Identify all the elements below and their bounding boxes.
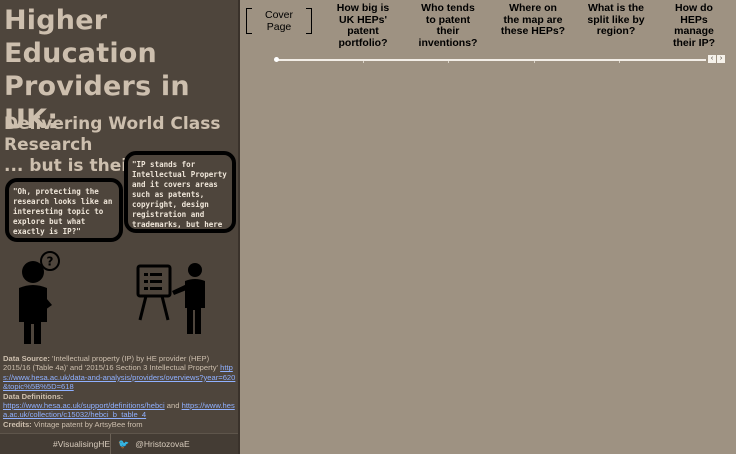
story-progress-marker xyxy=(274,57,279,62)
story-point-cover-label: Cover Page xyxy=(264,9,293,33)
question-mark-icon: ? xyxy=(40,251,60,271)
story-point-patent-portfolio[interactable]: How big is UK HEPs' patent portfolio? xyxy=(331,2,395,49)
twitter-handle-link[interactable]: 🐦 @HristozovaE xyxy=(118,439,190,450)
thinking-person-icon: ? xyxy=(19,251,60,344)
data-definitions-label: Data Definitions: xyxy=(3,391,64,401)
twitter-icon: 🐦 xyxy=(118,439,130,449)
progress-tick xyxy=(448,61,449,63)
story-point-map[interactable]: Where on the map are these HEPs? xyxy=(500,2,566,38)
credits-text: Vintage patent by ArtsyBee from xyxy=(33,419,143,429)
credits-label: Credits: xyxy=(3,419,32,429)
next-story-point-button[interactable]: › xyxy=(717,55,725,63)
footer-bar: #VisualisingHE 🐦 @HristozovaE xyxy=(0,433,238,454)
svg-text:?: ? xyxy=(47,255,54,269)
story-point-region-split[interactable]: What is the split like by region? xyxy=(586,2,646,38)
page-subtitle-continued: ... but is their xyxy=(4,156,136,176)
story-navigation: Cover Page How big is UK HEPs' patent po… xyxy=(240,0,736,58)
speech-bubble-ip-definition: "IP stands for Intellectual Property and… xyxy=(124,151,236,233)
progress-tick xyxy=(619,61,620,63)
progress-tick xyxy=(363,61,364,63)
previous-story-point-button[interactable]: ‹ xyxy=(708,55,716,63)
story-point-manage-ip[interactable]: How do HEPs manage their IP? xyxy=(672,2,716,49)
data-info-section: Data Source: 'Intellectual property (IP)… xyxy=(3,354,236,429)
page-subtitle: Delivering World Class Research xyxy=(4,114,221,155)
data-definitions-link-hebci[interactable]: https://www.hesa.ac.uk/support/definitio… xyxy=(3,401,165,410)
story-point-who-patents[interactable]: Who tends to patent their inventions? xyxy=(415,2,481,49)
hashtag-visualisinghe[interactable]: #VisualisingHE xyxy=(53,439,110,449)
data-source-label: Data Source: xyxy=(3,354,50,363)
footer-divider xyxy=(110,434,111,454)
panel-divider xyxy=(238,0,240,454)
story-point-cover-page[interactable]: Cover Page xyxy=(246,8,312,34)
data-definitions-and: and xyxy=(166,401,180,411)
presenter-at-board-icon xyxy=(136,263,205,334)
dashboard-panel: Higher Education Providers in UK: Delive… xyxy=(0,0,238,454)
twitter-handle-text: @HristozovaE xyxy=(135,439,190,449)
bracket-right xyxy=(306,8,312,34)
story-progress-bar[interactable] xyxy=(274,57,706,63)
progress-tick xyxy=(534,61,535,63)
